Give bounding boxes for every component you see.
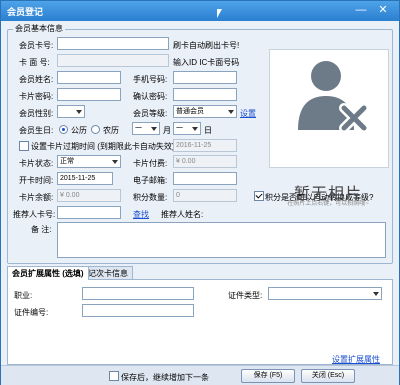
chevron-down-icon bbox=[373, 292, 379, 296]
status-value: 正常 bbox=[60, 158, 74, 165]
card-face-hint: 输入ID IC卡面号码 bbox=[173, 58, 240, 67]
window-title: 会员登记 bbox=[7, 7, 44, 17]
person-placeholder-icon bbox=[298, 61, 369, 133]
memo-label: 备 注: bbox=[31, 225, 52, 234]
points-label: 积分数量: bbox=[133, 193, 168, 202]
chevron-down-icon bbox=[112, 160, 118, 164]
member-photo[interactable] bbox=[269, 49, 389, 168]
tab-extended-attributes[interactable]: 会员扩展属性 (选填) bbox=[7, 266, 89, 280]
card-face-label: 卡 面 号: bbox=[19, 58, 50, 67]
birth-day-value: 一 bbox=[176, 125, 183, 132]
email-label: 电子邮箱: bbox=[133, 176, 168, 185]
cert-type-select[interactable] bbox=[268, 287, 382, 300]
email-input[interactable] bbox=[173, 172, 237, 185]
month-unit: 月 bbox=[163, 126, 171, 135]
continue-checkbox[interactable] bbox=[109, 371, 119, 381]
member-register-window: 会员登记 — ✕ 会员基本信息 会员卡号: 刷卡自动刷出卡号! 卡 面 号: 输… bbox=[0, 0, 400, 385]
save-button[interactable]: 保存 (F5) bbox=[241, 369, 295, 383]
tab-count-card-info[interactable]: 记次卡信息 bbox=[83, 266, 133, 280]
job-label: 职业: bbox=[14, 291, 33, 300]
birth-month-value: 一 bbox=[135, 125, 142, 132]
password-input[interactable] bbox=[57, 88, 121, 101]
gender-select[interactable] bbox=[57, 105, 85, 118]
level-settings-link[interactable]: 设置 bbox=[240, 108, 256, 119]
card-swipe-hint: 刷卡自动刷出卡号! bbox=[173, 41, 240, 50]
footer-bar: 保存后，继续增加下一条 保存 (F5) 关闭 (Esc) bbox=[1, 365, 399, 385]
open-date-label: 开卡时间: bbox=[19, 176, 54, 185]
chevron-down-icon bbox=[151, 127, 157, 131]
basic-info-title: 会员基本信息 bbox=[13, 23, 65, 34]
expire-label: 设置卡片过期时间 (到期限此卡自动失效) bbox=[31, 142, 175, 151]
fee-input[interactable]: ¥ 0.00 bbox=[173, 155, 237, 168]
expire-date-input[interactable]: 2016-11-25 bbox=[173, 139, 237, 152]
solar-label: 公历 bbox=[71, 126, 87, 135]
close-icon[interactable]: ✕ bbox=[375, 3, 391, 17]
lunar-label: 农历 bbox=[103, 126, 119, 135]
memo-textarea[interactable] bbox=[57, 222, 386, 258]
balance-input[interactable]: ¥ 0.00 bbox=[57, 189, 121, 202]
mouse-cursor-icon bbox=[217, 9, 222, 18]
tab-bar: 会员扩展属性 (选填) 记次卡信息 bbox=[7, 266, 391, 280]
extended-attributes-panel: 职业: 证件类型: 证件编号: 设置扩展属性 bbox=[7, 279, 393, 365]
name-label: 会员姓名: bbox=[19, 75, 54, 84]
balance-label: 卡片余额: bbox=[19, 193, 54, 202]
chevron-down-icon bbox=[228, 110, 234, 114]
job-input[interactable] bbox=[82, 287, 194, 300]
gender-label: 会员性别: bbox=[19, 109, 54, 118]
open-date-input[interactable]: 2015-11-25 bbox=[57, 172, 113, 185]
phone-label: 手机号码: bbox=[133, 75, 168, 84]
status-label: 卡片状态: bbox=[19, 159, 54, 168]
level-select[interactable]: 普通会员 bbox=[173, 105, 237, 118]
cert-no-input[interactable] bbox=[82, 304, 194, 317]
birthday-label: 会员生日: bbox=[19, 126, 54, 135]
photo-hint: 在照片上点右键，可以拍照哦~ bbox=[287, 201, 369, 207]
cert-type-label: 证件类型: bbox=[228, 291, 263, 300]
extended-settings-link[interactable]: 设置扩展属性 bbox=[332, 354, 380, 365]
cert-no-label: 证件编号: bbox=[14, 308, 49, 317]
birth-day-select[interactable]: 一 bbox=[173, 122, 201, 135]
minimize-button[interactable]: — bbox=[353, 3, 369, 17]
name-input[interactable] bbox=[57, 71, 121, 84]
confirm-password-input[interactable] bbox=[173, 88, 237, 101]
expire-checkbox[interactable] bbox=[19, 141, 29, 151]
phone-input[interactable] bbox=[173, 71, 237, 84]
referrer-label: 推荐人卡号: bbox=[13, 210, 56, 219]
solar-radio[interactable] bbox=[59, 125, 68, 134]
chevron-down-icon bbox=[76, 110, 82, 114]
card-no-input[interactable] bbox=[57, 37, 169, 50]
card-face-input[interactable] bbox=[57, 54, 169, 67]
referrer-input[interactable] bbox=[57, 206, 121, 219]
confirm-password-label: 确认密码: bbox=[133, 92, 168, 101]
fee-label: 卡片付费: bbox=[133, 159, 168, 168]
birth-month-select[interactable]: 一 bbox=[132, 122, 160, 135]
day-unit: 日 bbox=[204, 126, 212, 135]
lunar-radio[interactable] bbox=[91, 125, 100, 134]
referrer-name-label: 推荐人姓名: bbox=[161, 210, 204, 219]
level-label: 会员等级: bbox=[133, 109, 168, 118]
referrer-search-link[interactable]: 查找 bbox=[133, 209, 149, 220]
continue-label: 保存后，继续增加下一条 bbox=[121, 373, 209, 382]
chevron-down-icon bbox=[192, 127, 198, 131]
title-bar[interactable]: 会员登记 — ✕ bbox=[1, 1, 399, 21]
level-value: 普通会员 bbox=[176, 108, 204, 115]
password-label: 卡片密码: bbox=[19, 92, 54, 101]
close-button[interactable]: 关闭 (Esc) bbox=[301, 369, 355, 383]
points-input[interactable]: 0 bbox=[173, 189, 237, 202]
card-no-label: 会员卡号: bbox=[19, 41, 54, 50]
status-select[interactable]: 正常 bbox=[57, 155, 121, 168]
